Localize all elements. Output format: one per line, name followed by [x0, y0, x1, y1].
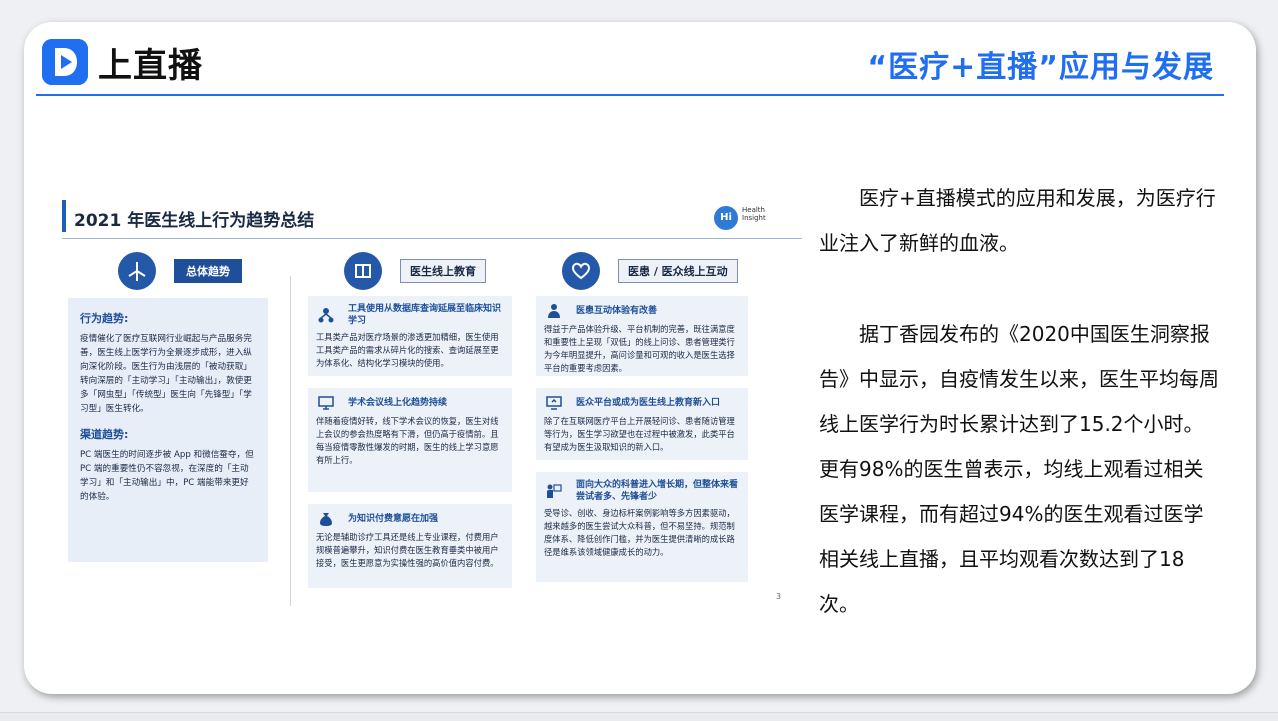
card-title: 医众平台或成为医生线上教育新入口	[576, 398, 721, 408]
interaction-card: 面向大众的科普进入增长期，但整体来看尝试者多、先锋者少 受导诊、创收、身边标杆案…	[536, 472, 748, 582]
overall-trend-panel: 行为趋势: 疫情催化了医疗互联网行业崛起与产品服务完善，医生线上医学行为全景逐步…	[68, 298, 268, 562]
report-image: 2021 年医生线上行为趋势总结 Hi Health Insight 总体趋势 …	[58, 188, 802, 618]
report-title-accent	[62, 200, 66, 232]
money-bag-icon	[316, 511, 336, 527]
screen-icon	[544, 395, 564, 411]
play-logo-icon	[42, 39, 88, 85]
column-header-interaction: 医患 / 医众线上互动	[562, 252, 738, 290]
report-title: 2021 年医生线上行为趋势总结	[74, 211, 315, 231]
card-text: 无论是辅助诊疗工具还是线上专业课程，付费用户规模普遍攀升，知识付费在医生教育垂类…	[316, 532, 499, 568]
body-text: 医疗+直播模式的应用和发展，为医疗行业注入了新鲜的血液。 据丁香园发布的《202…	[819, 176, 1219, 673]
card-title: 面向大众的科普进入增长期，但整体来看尝试者多、先锋者少	[576, 480, 739, 502]
interaction-card: 医患互动体验有改善 得益于产品体验升级、平台机制的完善，既往满意度和重要性上呈现…	[536, 296, 748, 376]
channel-trend-text: PC 端医生的时间逐步被 App 和微信蚕夺，但 PC 端的重要性仍不容忽视，在…	[80, 450, 254, 502]
header-divider	[36, 94, 1224, 96]
hi-logo-icon: Hi	[714, 206, 738, 230]
card-text: 除了在互联网医疗平台上开展轻问诊、患者随访管理等行为，医生学习欲望也在过程中被激…	[544, 416, 735, 452]
card-title: 为知识付费意愿在加强	[348, 514, 439, 524]
health-insight-logo: Hi Health Insight	[714, 206, 774, 234]
slide: 上直播 “医疗+直播”应用与发展 2021 年医生线上行为趋势总结 Hi Hea…	[24, 22, 1256, 694]
channel-trend-heading: 渠道趋势:	[80, 428, 129, 441]
report-title-rule	[62, 238, 802, 239]
behavior-trend-heading: 行为趋势:	[80, 312, 129, 325]
tag-overall: 总体趋势	[174, 259, 242, 283]
brand-logo: 上直播	[42, 38, 203, 86]
paragraph-intro: 医疗+直播模式的应用和发展，为医疗行业注入了新鲜的血液。	[819, 186, 1216, 255]
card-title: 学术会议线上化趋势持续	[348, 398, 448, 408]
education-icon	[344, 252, 382, 290]
card-title: 工具使用从数据库查询延展至临床知识学习	[348, 304, 502, 326]
education-card: 为知识付费意愿在加强 无论是辅助诊疗工具还是线上专业课程，付费用户规模普遍攀升，…	[308, 504, 512, 588]
tag-interaction: 医患 / 医众线上互动	[618, 259, 738, 283]
column-header-education: 医生线上教育	[344, 252, 486, 290]
education-card: 工具使用从数据库查询延展至临床知识学习 工具类产品对医疗场景的渗透更加精细，医生…	[308, 296, 512, 376]
tag-education: 医生线上教育	[400, 259, 486, 283]
heart-chat-icon	[562, 252, 600, 290]
brand-name: 上直播	[98, 45, 203, 86]
doctor-icon	[544, 303, 564, 319]
interaction-card: 医众平台或成为医生线上教育新入口 除了在互联网医疗平台上开展轻问诊、患者随访管理…	[536, 388, 748, 460]
paragraph-statistics: 据丁香园发布的《2020中国医生洞察报告》中显示，自疫情发生以来，医生平均每周线…	[819, 322, 1219, 616]
network-icon	[316, 307, 336, 323]
column-divider	[290, 276, 291, 606]
bottom-strip	[0, 712, 1278, 721]
report-page-number: 3	[776, 592, 782, 601]
page-title: “医疗+直播”应用与发展	[867, 50, 1214, 85]
card-text: 工具类产品对医疗场景的渗透更加精细，医生使用工具类产品的需求从碎片化的搜索、查询…	[316, 332, 499, 368]
education-card: 学术会议线上化趋势持续 伴随着疫情好转，线下学术会议的恢复，医生对线上会议的参会…	[308, 388, 512, 492]
card-text: 伴随着疫情好转，线下学术会议的恢复，医生对线上会议的参会热度略有下滑，但仍高于疫…	[316, 416, 499, 465]
presentation-icon	[316, 395, 336, 411]
card-text: 得益于产品体验升级、平台机制的完善，既往满意度和重要性上呈现「双低」的线上问诊、…	[544, 324, 735, 373]
lecturer-icon	[544, 483, 564, 499]
card-title: 医患互动体验有改善	[576, 306, 658, 316]
windmill-icon	[118, 252, 156, 290]
card-text: 受导诊、创收、身边标杆案例影响等多方因素驱动，越来越多的医生尝试大众科普，但不易…	[544, 508, 735, 557]
column-header-overall: 总体趋势	[118, 252, 242, 290]
behavior-trend-text: 疫情催化了医疗互联网行业崛起与产品服务完善，医生线上医学行为全景逐步成形，进入纵…	[80, 334, 252, 414]
